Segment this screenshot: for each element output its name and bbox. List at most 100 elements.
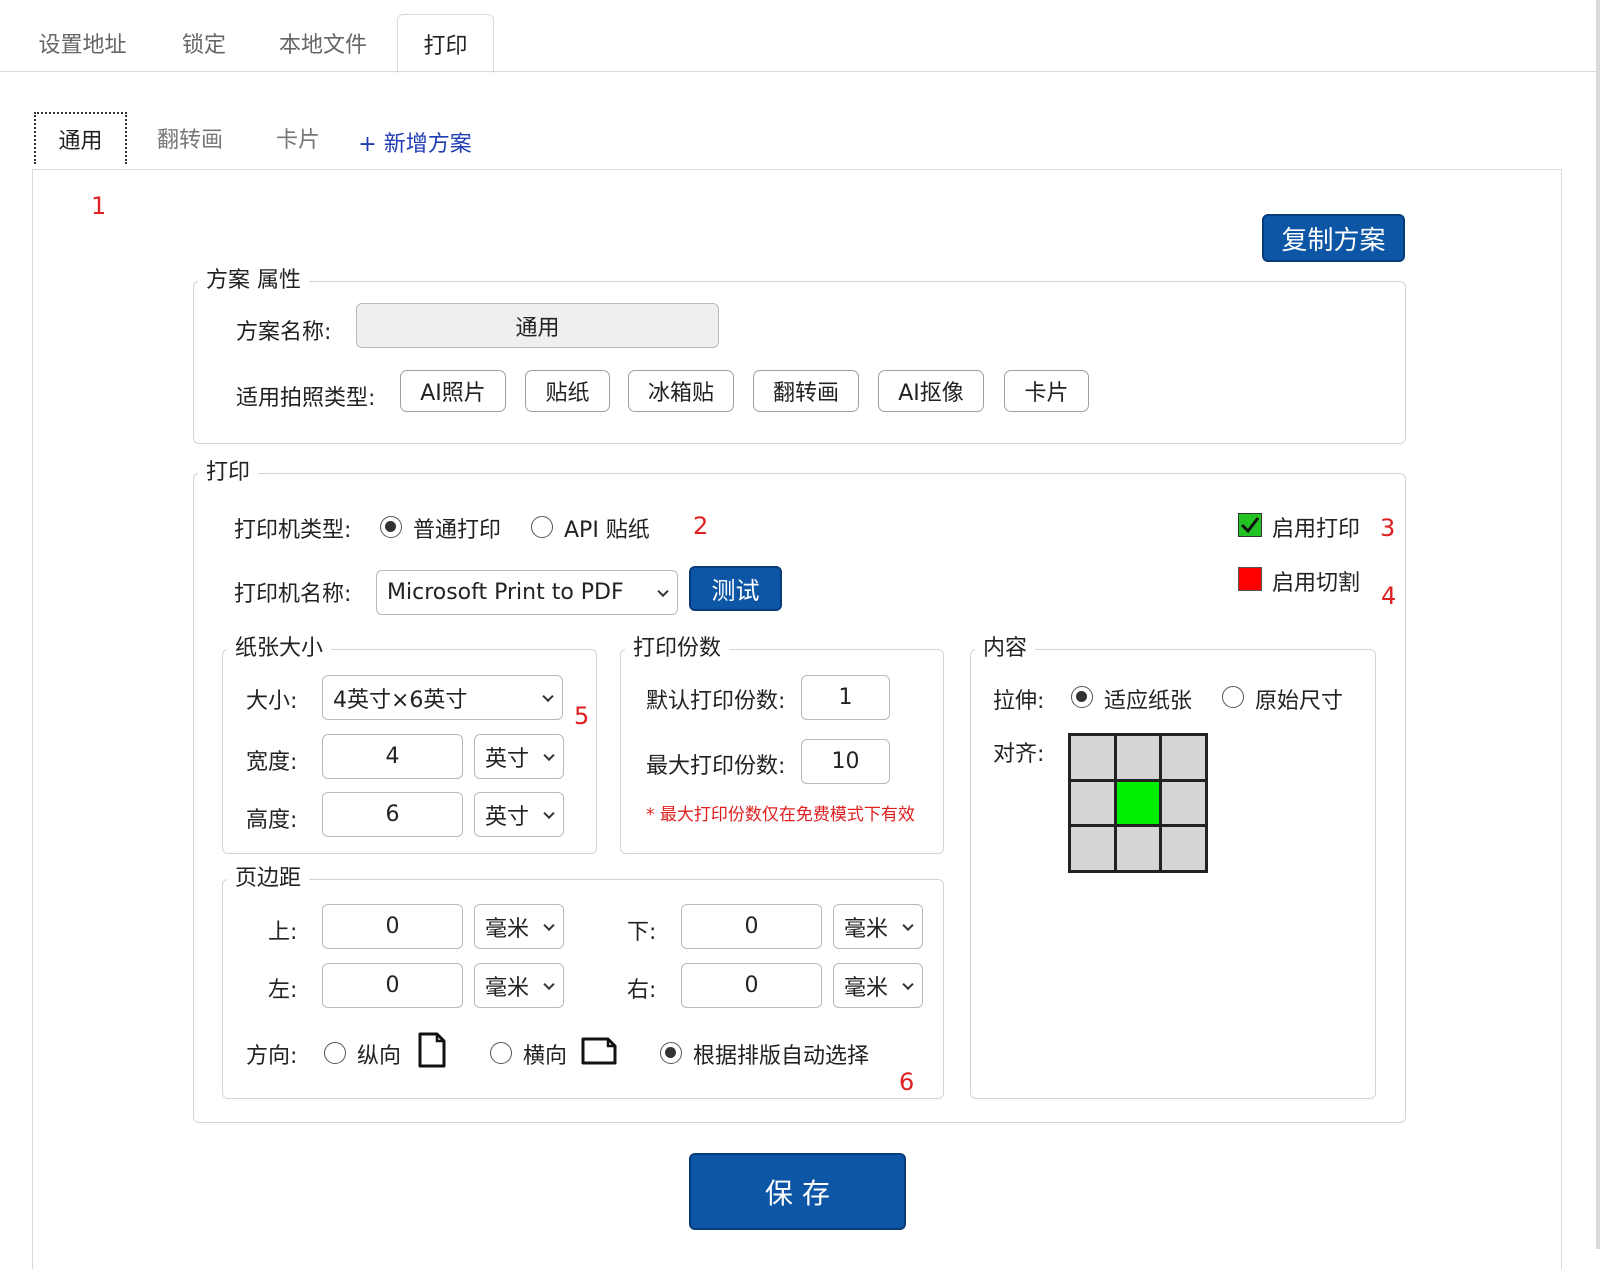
annotation-marker-1: 1: [91, 192, 107, 220]
enable-cut-indicator[interactable]: [1238, 567, 1262, 591]
align-bottom-left[interactable]: [1071, 827, 1114, 870]
copy-plan-button[interactable]: 复制方案: [1262, 214, 1405, 262]
paper-width-unit-value: 英寸: [485, 746, 530, 772]
align-center[interactable]: [1116, 781, 1160, 825]
paper-size-value: 4英寸×6英寸: [333, 687, 468, 713]
margin-left-unit-value: 毫米: [485, 975, 530, 1001]
plan-name-field[interactable]: 通用: [356, 303, 719, 348]
align-top-left[interactable]: [1071, 736, 1114, 779]
chevron-down-icon: [902, 978, 914, 990]
landscape-page-icon: [581, 1037, 617, 1065]
paper-size-select[interactable]: 4英寸×6英寸: [322, 675, 563, 720]
align-middle-left[interactable]: [1071, 781, 1114, 825]
portrait-page-icon: [418, 1032, 446, 1068]
margin-top-input[interactable]: 0: [322, 904, 463, 949]
margin-left-unit-select[interactable]: 毫米: [474, 963, 564, 1008]
chevron-down-icon: [657, 585, 669, 597]
subtab-flip-picture[interactable]: 翻转画: [140, 112, 240, 164]
stretch-original-size-label[interactable]: 原始尺寸: [1255, 683, 1343, 715]
photo-type-ai-photo[interactable]: AI照片: [400, 370, 506, 412]
chevron-down-icon: [902, 919, 914, 931]
subtab-general[interactable]: 通用: [34, 112, 127, 164]
printer-type-normal-radio[interactable]: [380, 516, 402, 538]
tab-print[interactable]: 打印: [397, 14, 494, 73]
print-copies-legend: 打印份数: [633, 636, 722, 661]
max-copies-note: * 最大打印份数仅在免费模式下有效: [646, 805, 915, 825]
chevron-down-icon: [543, 978, 555, 990]
align-top-right[interactable]: [1162, 736, 1205, 779]
plan-properties-legend: 方案 属性: [206, 268, 301, 293]
paper-width-label: 宽度:: [246, 750, 298, 775]
stretch-label: 拉伸:: [993, 689, 1045, 714]
enable-cut-label[interactable]: 启用切割: [1272, 565, 1360, 597]
align-bottom-right[interactable]: [1162, 827, 1205, 870]
printer-type-api-sticker-label[interactable]: API 贴纸: [564, 512, 650, 544]
paper-size-label: 大小:: [246, 689, 298, 714]
printer-type-normal-label[interactable]: 普通打印: [413, 512, 501, 544]
orientation-auto-radio[interactable]: [660, 1042, 682, 1064]
margin-left-label: 左:: [268, 978, 298, 1003]
paper-height-unit-select[interactable]: 英寸: [474, 792, 564, 837]
margin-right-input[interactable]: 0: [681, 963, 822, 1008]
paper-height-unit-value: 英寸: [485, 804, 530, 830]
align-label: 对齐:: [993, 742, 1045, 767]
enable-print-label[interactable]: 启用打印: [1272, 511, 1360, 543]
orientation-portrait-label[interactable]: 纵向: [357, 1038, 401, 1070]
orientation-landscape-label[interactable]: 横向: [523, 1038, 567, 1070]
margin-left-input[interactable]: 0: [322, 963, 463, 1008]
default-copies-input[interactable]: 1: [801, 675, 890, 720]
stretch-fit-paper-label[interactable]: 适应纸张: [1104, 683, 1192, 715]
max-copies-label: 最大打印份数:: [646, 754, 786, 779]
chevron-down-icon: [543, 919, 555, 931]
paper-height-label: 高度:: [246, 808, 298, 833]
photo-type-card[interactable]: 卡片: [1004, 370, 1089, 412]
test-printer-button[interactable]: 测试: [689, 566, 782, 611]
stretch-original-size-radio[interactable]: [1222, 686, 1244, 708]
margin-bottom-unit-value: 毫米: [844, 916, 889, 942]
tab-lock[interactable]: 锁定: [160, 14, 248, 72]
margin-right-unit-value: 毫米: [844, 975, 889, 1001]
scrollbar[interactable]: [1596, 0, 1600, 1249]
content-legend: 内容: [983, 636, 1028, 661]
margin-bottom-unit-select[interactable]: 毫米: [833, 904, 923, 949]
chevron-down-icon: [542, 690, 554, 702]
photo-type-flip-picture[interactable]: 翻转画: [753, 370, 859, 412]
orientation-auto-label[interactable]: 根据排版自动选择: [693, 1038, 869, 1070]
paper-height-input[interactable]: 6: [322, 792, 463, 837]
tab-set-address[interactable]: 设置地址: [20, 14, 145, 72]
save-button[interactable]: 保 存: [689, 1153, 906, 1230]
margin-right-label: 右:: [627, 978, 657, 1003]
plan-name-label: 方案名称:: [236, 320, 332, 345]
printer-name-select[interactable]: Microsoft Print to PDF: [376, 570, 678, 615]
orientation-label: 方向:: [246, 1044, 298, 1069]
chevron-down-icon: [543, 749, 555, 761]
align-top-center[interactable]: [1116, 736, 1160, 779]
chevron-down-icon: [543, 807, 555, 819]
subtab-card[interactable]: 卡片: [262, 112, 334, 164]
photo-type-ai-cutout[interactable]: AI抠像: [878, 370, 984, 412]
page-margin-legend: 页边距: [235, 866, 302, 891]
margin-right-unit-select[interactable]: 毫米: [833, 963, 923, 1008]
printer-name-value: Microsoft Print to PDF: [387, 580, 624, 605]
paper-width-input[interactable]: 4: [322, 734, 463, 779]
max-copies-input[interactable]: 10: [801, 739, 890, 784]
tab-local-files[interactable]: 本地文件: [262, 14, 384, 72]
alignment-grid[interactable]: [1068, 733, 1208, 873]
align-middle-right[interactable]: [1162, 781, 1205, 825]
enable-print-checkbox[interactable]: [1238, 513, 1262, 537]
photo-type-fridge-magnet[interactable]: 冰箱贴: [628, 370, 734, 412]
orientation-landscape-radio[interactable]: [490, 1042, 512, 1064]
printer-type-api-sticker-radio[interactable]: [531, 516, 553, 538]
margin-top-label: 上:: [268, 920, 298, 945]
photo-types-label: 适用拍照类型:: [236, 386, 376, 411]
print-legend: 打印: [206, 460, 251, 485]
stretch-fit-paper-radio[interactable]: [1071, 686, 1093, 708]
paper-width-unit-select[interactable]: 英寸: [474, 734, 564, 779]
add-plan-button[interactable]: + 新增方案: [355, 116, 475, 168]
margin-top-unit-select[interactable]: 毫米: [474, 904, 564, 949]
margin-bottom-input[interactable]: 0: [681, 904, 822, 949]
photo-type-sticker[interactable]: 贴纸: [525, 370, 610, 412]
printer-name-label: 打印机名称:: [234, 582, 352, 607]
align-bottom-center[interactable]: [1116, 827, 1160, 870]
orientation-portrait-radio[interactable]: [324, 1042, 346, 1064]
